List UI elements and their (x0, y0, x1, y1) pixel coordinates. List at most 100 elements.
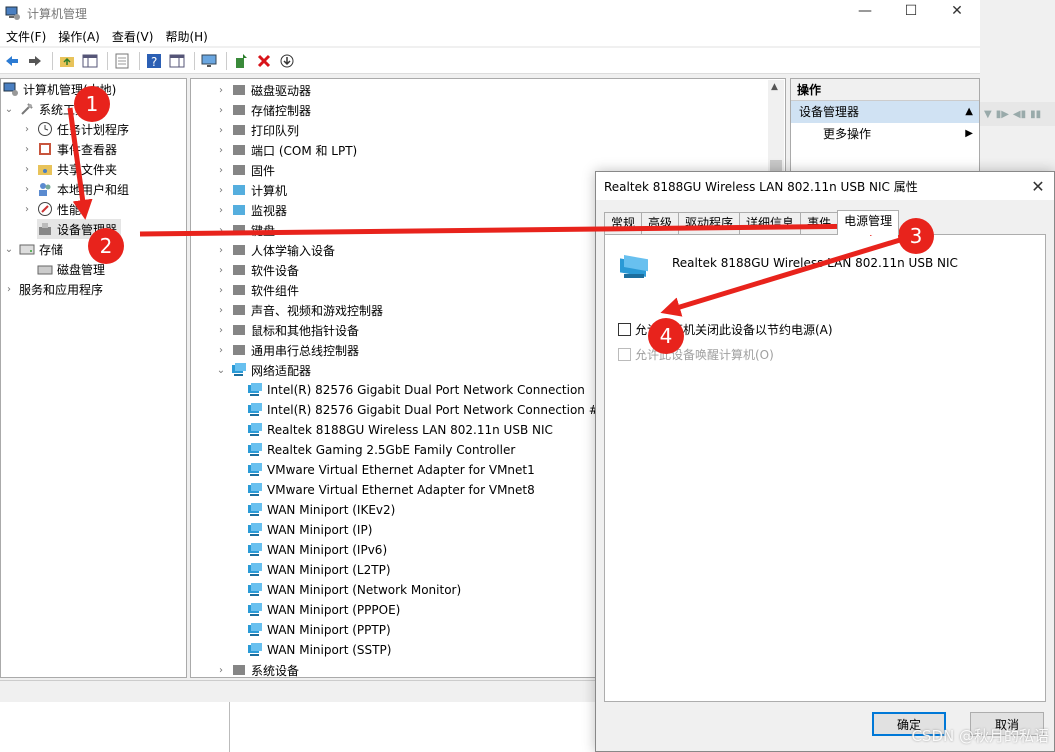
close-button[interactable]: ✕ (934, 0, 980, 22)
tree-label: 性能 (57, 202, 82, 217)
tree-item-performance[interactable]: › 性能 (21, 199, 81, 219)
tree-item-local-users-groups[interactable]: › 本地用户和组 (21, 179, 129, 199)
device-tree-item[interactable]: › 人体学输入设备 (215, 240, 335, 260)
chevron-right-icon[interactable]: › (215, 305, 227, 316)
menu-view[interactable]: 查看(V) (106, 28, 160, 45)
device-tree-item[interactable]: › 系统设备 (215, 660, 299, 678)
device-tree-item[interactable]: Intel(R) 82576 Gigabit Dual Port Network… (247, 400, 606, 420)
tree-item-services-apps[interactable]: › 服务和应用程序 (3, 279, 103, 299)
minimize-button[interactable]: — (842, 0, 888, 22)
forward-button[interactable] (25, 51, 45, 71)
tab-events[interactable]: 事件 (800, 212, 839, 234)
tab-details[interactable]: 详细信息 (739, 212, 802, 234)
chevron-down-icon[interactable]: ⌄ (3, 244, 15, 255)
menu-file[interactable]: 文件(F) (0, 28, 52, 45)
tree-item-disk-management[interactable]: 磁盘管理 (37, 259, 105, 279)
chevron-right-icon[interactable]: › (21, 164, 33, 175)
chevron-right-icon[interactable]: › (21, 204, 33, 215)
enable-device-button[interactable] (277, 51, 297, 71)
device-tree-item[interactable]: WAN Miniport (IPv6) (247, 540, 387, 560)
device-tree-item[interactable]: › 计算机 (215, 180, 287, 200)
sound-icon (233, 305, 245, 315)
back-arrow-icon (6, 55, 18, 66)
chevron-right-icon[interactable]: › (215, 145, 227, 156)
chevron-right-icon[interactable]: › (215, 85, 227, 96)
device-tree-item[interactable]: WAN Miniport (L2TP) (247, 560, 391, 580)
back-button[interactable] (2, 51, 22, 71)
properties-button[interactable] (112, 51, 132, 71)
device-tree-item[interactable]: WAN Miniport (SSTP) (247, 640, 391, 660)
tree-item-task-scheduler[interactable]: › 任务计划程序 (21, 119, 129, 139)
device-tree-item[interactable]: › 磁盘驱动器 (215, 80, 311, 100)
event-viewer-icon (39, 143, 51, 155)
chevron-right-icon[interactable]: › (215, 105, 227, 116)
device-tree-item[interactable]: WAN Miniport (Network Monitor) (247, 580, 461, 600)
tree-item-shared-folders[interactable]: › 共享文件夹 (21, 159, 117, 179)
action-section-device-manager[interactable]: 设备管理器 ▲ (791, 101, 979, 123)
more-actions-item[interactable]: 更多操作 ▶ (791, 123, 979, 145)
device-tree-item[interactable]: › 存储控制器 (215, 100, 311, 120)
chevron-right-icon[interactable]: › (215, 185, 227, 196)
device-tree-item[interactable]: WAN Miniport (PPTP) (247, 620, 391, 640)
help-button[interactable]: ? (144, 51, 164, 71)
menu-help[interactable]: 帮助(H) (159, 28, 213, 45)
tree-item-event-viewer[interactable]: › 事件查看器 (21, 139, 117, 159)
device-tree-item[interactable]: › 软件组件 (215, 280, 299, 300)
device-tree-label: Realtek Gaming 2.5GbE Family Controller (267, 443, 516, 457)
device-tree-item[interactable]: Realtek Gaming 2.5GbE Family Controller (247, 440, 515, 460)
show-tree-button[interactable] (80, 51, 100, 71)
device-tree-item[interactable]: › 软件设备 (215, 260, 299, 280)
device-tree-item[interactable]: › 固件 (215, 160, 275, 180)
device-tree-item[interactable]: ⌄ 网络适配器 (215, 360, 311, 380)
update-driver-button[interactable] (231, 51, 251, 71)
chevron-right-icon[interactable]: › (21, 124, 33, 135)
chevron-right-icon[interactable]: › (215, 165, 227, 176)
collapse-up-icon[interactable]: ▲ (965, 101, 973, 123)
maximize-button[interactable]: ☐ (888, 0, 934, 22)
chevron-right-icon[interactable]: › (215, 225, 227, 236)
device-tree-item[interactable]: › 鼠标和其他指针设备 (215, 320, 359, 340)
update-driver-icon (236, 53, 247, 68)
device-tree-item[interactable]: › 声音、视频和游戏控制器 (215, 300, 383, 320)
scroll-up-icon[interactable]: ▲ (771, 82, 778, 92)
chevron-right-icon[interactable]: › (215, 125, 227, 136)
device-tree-item[interactable]: VMware Virtual Ethernet Adapter for VMne… (247, 460, 535, 480)
device-tree-item[interactable]: WAN Miniport (IKEv2) (247, 500, 395, 520)
device-tree-item[interactable]: Realtek 8188GU Wireless LAN 802.11n USB … (247, 420, 553, 440)
scan-hardware-button[interactable] (199, 51, 219, 71)
chevron-right-icon[interactable]: › (215, 345, 227, 356)
uninstall-button[interactable] (254, 51, 274, 71)
chevron-right-icon[interactable]: › (215, 265, 227, 276)
chevron-right-icon[interactable]: › (3, 284, 15, 295)
dialog-close-button[interactable]: ✕ (1026, 174, 1050, 198)
chevron-right-icon[interactable]: › (215, 245, 227, 256)
device-tree-item[interactable]: › 端口 (COM 和 LPT) (215, 140, 357, 160)
tree-item-storage[interactable]: ⌄ 存储 (3, 239, 63, 259)
chevron-right-icon[interactable]: › (21, 144, 33, 155)
chevron-right-icon[interactable]: › (21, 184, 33, 195)
device-tree-item[interactable]: › 键盘 (215, 220, 275, 240)
device-tree-item[interactable]: › 通用串行总线控制器 (215, 340, 359, 360)
chevron-right-icon[interactable]: › (215, 205, 227, 216)
action-pane-button[interactable] (167, 51, 187, 71)
tab-driver[interactable]: 驱动程序 (678, 212, 741, 234)
chevron-down-icon[interactable]: ⌄ (215, 365, 227, 376)
device-tree-item[interactable]: › 打印队列 (215, 120, 299, 140)
up-folder-button[interactable] (57, 51, 77, 71)
device-tree-item[interactable]: WAN Miniport (PPPOE) (247, 600, 400, 620)
system-device-icon (233, 665, 245, 675)
chevron-down-icon[interactable]: ⌄ (3, 104, 15, 115)
chevron-right-icon[interactable]: › (215, 325, 227, 336)
chevron-right-icon[interactable]: › (215, 665, 227, 676)
tab-power-management[interactable]: 电源管理 (837, 210, 900, 235)
device-tree-item[interactable]: › 监视器 (215, 200, 287, 220)
tab-general[interactable]: 常规 (604, 212, 643, 234)
menu-action[interactable]: 操作(A) (52, 28, 106, 45)
device-tree-item[interactable]: Intel(R) 82576 Gigabit Dual Port Network… (247, 380, 585, 400)
allow-power-off-checkbox[interactable] (618, 323, 631, 336)
device-tree-item[interactable]: WAN Miniport (IP) (247, 520, 372, 540)
network-adapter-icon (248, 403, 262, 416)
device-tree-item[interactable]: VMware Virtual Ethernet Adapter for VMne… (247, 480, 535, 500)
tab-advanced[interactable]: 高级 (641, 212, 680, 234)
chevron-right-icon[interactable]: › (215, 285, 227, 296)
